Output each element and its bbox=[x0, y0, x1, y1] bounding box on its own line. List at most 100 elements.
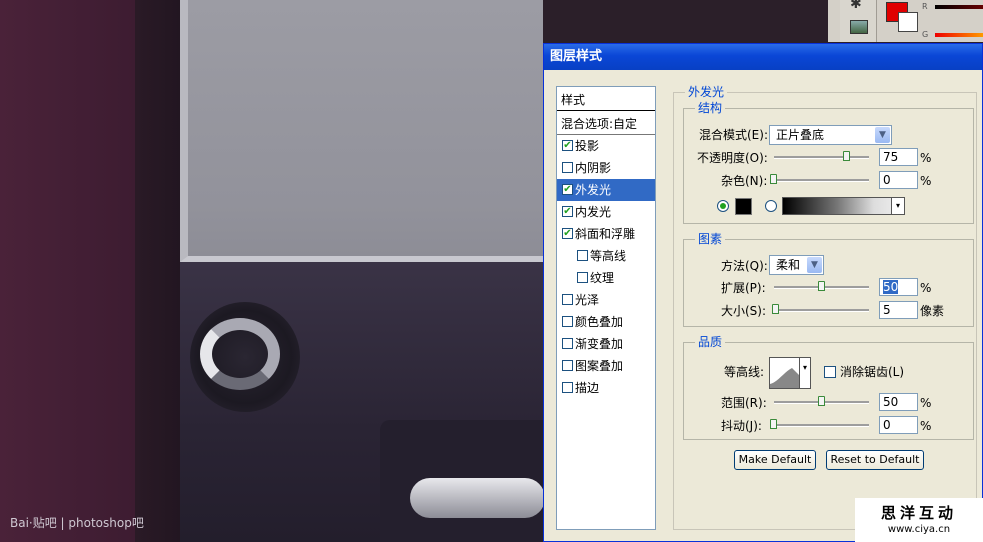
style-item-label: 内阴影 bbox=[575, 161, 612, 175]
outer-glow-title: 外发光 bbox=[685, 85, 728, 99]
style-item-checkbox[interactable]: ✔ bbox=[562, 228, 573, 239]
style-item-checkbox[interactable] bbox=[562, 162, 573, 173]
canvas-metal-bar bbox=[410, 478, 545, 518]
quality-title: 品质 bbox=[695, 335, 726, 349]
dialog-title-bar[interactable]: 图层样式 bbox=[544, 44, 982, 70]
style-item-label: 纹理 bbox=[590, 271, 615, 285]
style-item-checkbox[interactable] bbox=[562, 360, 573, 371]
style-item-checkbox[interactable] bbox=[562, 382, 573, 393]
style-item-checkbox[interactable]: ✔ bbox=[562, 140, 573, 151]
baidu-watermark: Bai·贴吧 | photoshop吧 bbox=[10, 516, 144, 530]
blend-mode-select[interactable]: 正片叠底 ▼ bbox=[769, 125, 892, 145]
noise-slider-thumb[interactable] bbox=[770, 174, 777, 184]
blend-options-item[interactable]: 混合选项:自定 bbox=[557, 113, 655, 135]
style-item[interactable]: 纹理 bbox=[557, 267, 655, 289]
style-item-checkbox[interactable]: ✔ bbox=[562, 206, 573, 217]
spread-unit: % bbox=[920, 281, 932, 295]
layer-style-dialog: 图层样式 样式 混合选项:自定 ✔ 投影 内阴影 ✔ 外发光 ✔ 内发光 ✔ 斜面和浮雕 等高线纹… bbox=[543, 43, 983, 542]
style-item[interactable]: 描边 bbox=[557, 377, 655, 399]
r-channel-slider[interactable] bbox=[935, 5, 983, 9]
style-item-checkbox[interactable] bbox=[562, 316, 573, 327]
noise-input[interactable]: 0 bbox=[879, 171, 918, 189]
range-input[interactable]: 50 bbox=[879, 393, 918, 411]
range-unit: % bbox=[920, 396, 932, 410]
blend-mode-label: 混合模式(E): bbox=[699, 128, 768, 142]
chevron-down-icon[interactable]: ▾ bbox=[891, 198, 904, 214]
contour-picker[interactable]: ▾ bbox=[769, 357, 811, 389]
background-color-swatch[interactable] bbox=[898, 12, 918, 32]
technique-select[interactable]: 柔和 ▼ bbox=[769, 255, 824, 275]
make-default-button[interactable]: Make Default bbox=[734, 450, 816, 470]
range-slider-thumb[interactable] bbox=[818, 396, 825, 406]
chevron-down-icon[interactable]: ▼ bbox=[807, 257, 822, 273]
jitter-label: 抖动(J): bbox=[721, 419, 762, 433]
canvas-background-strip bbox=[135, 0, 180, 542]
gradient-picker[interactable]: ▾ bbox=[782, 197, 905, 215]
style-item-label: 图案叠加 bbox=[575, 359, 624, 373]
style-item-checkbox[interactable] bbox=[562, 338, 573, 349]
style-item-label: 斜面和浮雕 bbox=[575, 227, 636, 241]
style-item[interactable]: 图案叠加 bbox=[557, 355, 655, 377]
style-item[interactable]: 内阴影 bbox=[557, 157, 655, 179]
size-label: 大小(S): bbox=[721, 304, 767, 318]
range-label: 范围(R): bbox=[721, 396, 767, 410]
opacity-slider-thumb[interactable] bbox=[843, 151, 850, 161]
style-item-checkbox[interactable] bbox=[562, 294, 573, 305]
style-item[interactable]: ✔ 斜面和浮雕 bbox=[557, 223, 655, 245]
image-icon[interactable] bbox=[850, 20, 868, 34]
style-item[interactable]: ✔ 内发光 bbox=[557, 201, 655, 223]
antialias-checkbox[interactable] bbox=[824, 366, 836, 378]
style-item-label: 投影 bbox=[575, 139, 600, 153]
r-channel-label: R bbox=[922, 2, 928, 11]
glow-color-swatch[interactable] bbox=[735, 198, 752, 215]
blend-mode-value: 正片叠底 bbox=[776, 128, 825, 142]
noise-slider[interactable] bbox=[774, 179, 869, 182]
style-item-checkbox[interactable] bbox=[577, 272, 588, 283]
canvas-knob-ring bbox=[200, 318, 280, 390]
noise-label: 杂色(N): bbox=[721, 174, 768, 188]
ps-tool-column: ✱ bbox=[840, 0, 877, 42]
gradient-radio[interactable] bbox=[765, 200, 777, 212]
styles-header[interactable]: 样式 bbox=[557, 89, 655, 111]
site-logo: 思洋互动 www.ciya.cn bbox=[855, 498, 983, 542]
style-item[interactable]: 渐变叠加 bbox=[557, 333, 655, 355]
style-item[interactable]: ✔ 投影 bbox=[557, 135, 655, 157]
spread-label: 扩展(P): bbox=[721, 281, 766, 295]
technique-label: 方法(Q): bbox=[721, 259, 768, 273]
size-slider-thumb[interactable] bbox=[772, 304, 779, 314]
opacity-label: 不透明度(O): bbox=[697, 151, 768, 165]
jitter-unit: % bbox=[920, 419, 932, 433]
solid-color-radio[interactable] bbox=[717, 200, 729, 212]
chevron-down-icon[interactable]: ▾ bbox=[799, 358, 810, 388]
opacity-input[interactable]: 75 bbox=[879, 148, 918, 166]
antialias-label: 消除锯齿(L) bbox=[840, 365, 905, 379]
size-slider[interactable] bbox=[774, 309, 869, 312]
canvas-background-left bbox=[0, 0, 135, 542]
spread-slider-thumb[interactable] bbox=[818, 281, 825, 291]
style-item-checkbox[interactable] bbox=[577, 250, 588, 261]
style-item[interactable]: 光泽 bbox=[557, 289, 655, 311]
g-channel-slider[interactable] bbox=[935, 33, 983, 37]
style-item-label: 渐变叠加 bbox=[575, 337, 624, 351]
site-logo-url: www.ciya.cn bbox=[887, 524, 951, 535]
jitter-input[interactable]: 0 bbox=[879, 416, 918, 434]
canvas-metal-panel bbox=[180, 0, 543, 262]
jitter-slider-thumb[interactable] bbox=[770, 419, 777, 429]
style-item[interactable]: 颜色叠加 bbox=[557, 311, 655, 333]
chevron-down-icon[interactable]: ▼ bbox=[875, 127, 890, 143]
reset-to-default-button[interactable]: Reset to Default bbox=[826, 450, 924, 470]
elements-title: 图素 bbox=[695, 232, 726, 246]
size-input[interactable]: 5 bbox=[879, 301, 918, 319]
style-item[interactable]: 等高线 bbox=[557, 245, 655, 267]
style-item-label: 等高线 bbox=[590, 249, 627, 263]
opacity-slider[interactable] bbox=[774, 156, 869, 159]
contour-label: 等高线: bbox=[724, 365, 765, 379]
spread-input[interactable]: 50 bbox=[879, 278, 918, 296]
jitter-slider[interactable] bbox=[774, 424, 869, 427]
pin-icon[interactable]: ✱ bbox=[850, 0, 862, 12]
style-item[interactable]: ✔ 外发光 bbox=[557, 179, 655, 201]
style-item-label: 内发光 bbox=[575, 205, 612, 219]
technique-value: 柔和 bbox=[776, 258, 801, 272]
style-item-checkbox[interactable]: ✔ bbox=[562, 184, 573, 195]
contour-curve-icon bbox=[770, 368, 800, 388]
